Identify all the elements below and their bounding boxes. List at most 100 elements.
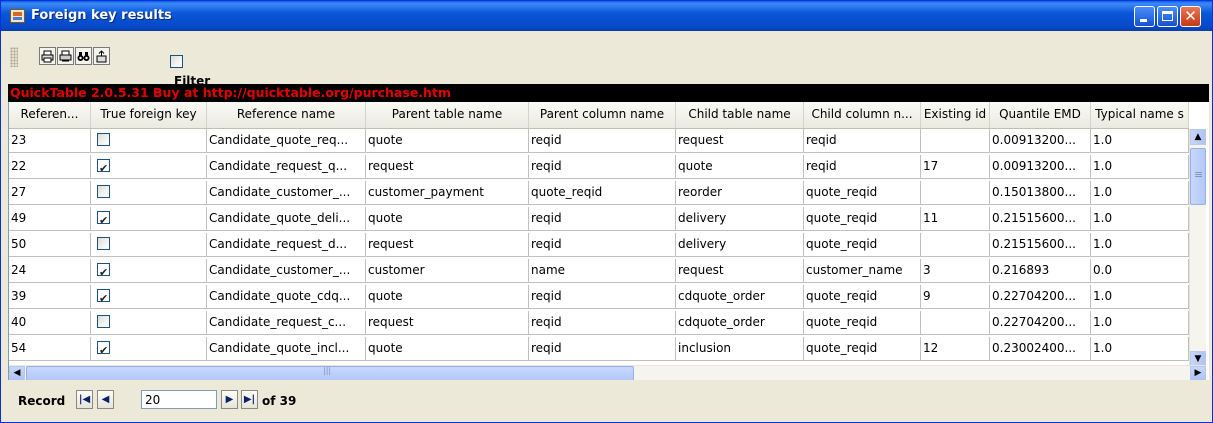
table-cell-true-foreign-key-col[interactable] bbox=[91, 181, 207, 205]
table-cell-reference-name-col[interactable]: Candidate_request_q... bbox=[207, 155, 366, 179]
column-header-child-table-name-col[interactable]: Child table name bbox=[676, 102, 804, 128]
column-header-quantile-emd-col[interactable]: Quantile EMD bbox=[990, 102, 1091, 128]
table-cell-child-column-name-col[interactable]: quote_reqid bbox=[804, 285, 921, 309]
table-cell-true-foreign-key-col[interactable] bbox=[91, 337, 207, 361]
table-cell-true-foreign-key-col[interactable] bbox=[91, 285, 207, 309]
table-cell-parent-table-name-col[interactable]: request bbox=[366, 155, 529, 179]
table-cell-reference-col[interactable]: 49 bbox=[9, 207, 91, 231]
table-cell-child-column-name-col[interactable]: reqid bbox=[804, 155, 921, 179]
true-foreign-key-checkbox[interactable] bbox=[97, 315, 110, 328]
table-cell-existing-id-col[interactable] bbox=[921, 181, 990, 205]
column-header-parent-column-name-col[interactable]: Parent column name bbox=[529, 102, 676, 128]
table-cell-quantile-emd-col[interactable]: 0.216893 bbox=[990, 259, 1091, 283]
table-cell-child-table-name-col[interactable]: request bbox=[676, 129, 804, 153]
table-cell-true-foreign-key-col[interactable] bbox=[91, 129, 207, 153]
table-cell-reference-name-col[interactable]: Candidate_customer_... bbox=[207, 181, 366, 205]
table-cell-child-table-name-col[interactable]: quote bbox=[676, 155, 804, 179]
table-cell-quantile-emd-col[interactable]: 0.00913200... bbox=[990, 155, 1091, 179]
table-cell-quantile-emd-col[interactable]: 0.21515600... bbox=[990, 233, 1091, 257]
column-header-child-column-name-col[interactable]: Child column n... bbox=[804, 102, 921, 128]
table-cell-reference-col[interactable]: 40 bbox=[9, 311, 91, 335]
table-cell-child-column-name-col[interactable]: customer_name bbox=[804, 259, 921, 283]
table-row[interactable]: 40 Candidate_request_c... request reqid cdqu… bbox=[9, 311, 1189, 335]
table-cell-reference-name-col[interactable]: Candidate_quote_deli... bbox=[207, 207, 366, 231]
table-cell-existing-id-col[interactable] bbox=[921, 311, 990, 335]
scroll-up-button[interactable]: ▲ bbox=[1190, 129, 1206, 145]
true-foreign-key-checkbox[interactable] bbox=[97, 261, 110, 282]
true-foreign-key-checkbox[interactable] bbox=[97, 237, 110, 250]
table-cell-child-table-name-col[interactable]: delivery bbox=[676, 207, 804, 231]
true-foreign-key-checkbox[interactable] bbox=[97, 287, 110, 308]
table-cell-reference-name-col[interactable]: Candidate_quote_incl... bbox=[207, 337, 366, 361]
minimize-button[interactable] bbox=[1134, 6, 1155, 27]
table-row[interactable]: 39 Candidate_quote_cdq...quotereqidcdquot… bbox=[9, 285, 1189, 309]
table-cell-parent-column-name-col[interactable]: reqid bbox=[529, 207, 676, 231]
table-cell-typical-name-col[interactable]: 1.0 bbox=[1091, 181, 1189, 205]
table-row[interactable]: 54 Candidate_quote_incl...quotereqidinclu… bbox=[9, 337, 1189, 361]
table-cell-child-column-name-col[interactable]: quote_reqid bbox=[804, 207, 921, 231]
table-row[interactable]: 22Candidate_request_q...requestreqidquot… bbox=[9, 155, 1189, 179]
table-cell-parent-table-name-col[interactable]: quote bbox=[366, 337, 529, 361]
horizontal-scrollbar[interactable]: ◀ ▶ bbox=[9, 365, 1206, 380]
table-cell-child-table-name-col[interactable]: cdquote_order bbox=[676, 311, 804, 335]
table-cell-parent-column-name-col[interactable]: reqid bbox=[529, 311, 676, 335]
table-cell-parent-column-name-col[interactable]: reqid bbox=[529, 337, 676, 361]
print-button[interactable] bbox=[39, 47, 56, 65]
table-cell-typical-name-col[interactable]: 1.0 bbox=[1091, 311, 1189, 335]
table-cell-existing-id-col[interactable]: 17 bbox=[921, 155, 990, 179]
table-cell-child-column-name-col[interactable]: quote_reqid bbox=[804, 181, 921, 205]
first-record-button[interactable]: |◀ bbox=[76, 390, 93, 409]
table-cell-typical-name-col[interactable]: 0.0 bbox=[1091, 259, 1189, 283]
toolbar-grip[interactable] bbox=[10, 47, 18, 67]
table-cell-parent-column-name-col[interactable]: name bbox=[529, 259, 676, 283]
table-cell-child-column-name-col[interactable]: quote_reqid bbox=[804, 311, 921, 335]
last-record-button[interactable]: ▶| bbox=[241, 390, 258, 409]
table-cell-reference-name-col[interactable]: Candidate_quote_req... bbox=[207, 129, 366, 153]
table-cell-true-foreign-key-col[interactable] bbox=[91, 233, 207, 257]
table-cell-child-table-name-col[interactable]: request bbox=[676, 259, 804, 283]
table-row[interactable]: 27 Candidate_customer_... customer_payment… bbox=[9, 181, 1189, 205]
table-cell-child-table-name-col[interactable]: inclusion bbox=[676, 337, 804, 361]
filter-results-checkbox[interactable] bbox=[170, 55, 183, 68]
table-cell-quantile-emd-col[interactable]: 0.15013800... bbox=[990, 181, 1091, 205]
table-cell-true-foreign-key-col[interactable] bbox=[91, 311, 207, 335]
record-number-input[interactable] bbox=[141, 390, 217, 409]
column-header-typical-name-col[interactable]: Typical name s bbox=[1091, 102, 1189, 128]
true-foreign-key-checkbox[interactable] bbox=[97, 157, 110, 178]
table-cell-quantile-emd-col[interactable]: 0.23002400... bbox=[990, 337, 1091, 361]
table-cell-quantile-emd-col[interactable]: 0.00913200... bbox=[990, 129, 1091, 153]
vertical-scrollbar[interactable]: ▲ ▼ bbox=[1189, 129, 1206, 367]
table-cell-existing-id-col[interactable]: 11 bbox=[921, 207, 990, 231]
table-cell-child-table-name-col[interactable]: delivery bbox=[676, 233, 804, 257]
table-cell-child-table-name-col[interactable]: reorder bbox=[676, 181, 804, 205]
table-cell-quantile-emd-col[interactable]: 0.22704200... bbox=[990, 285, 1091, 309]
table-cell-existing-id-col[interactable] bbox=[921, 233, 990, 257]
table-cell-existing-id-col[interactable]: 3 bbox=[921, 259, 990, 283]
table-cell-reference-name-col[interactable]: Candidate_quote_cdq... bbox=[207, 285, 366, 309]
horizontal-scroll-thumb[interactable] bbox=[26, 366, 634, 380]
true-foreign-key-checkbox[interactable] bbox=[97, 209, 110, 230]
table-row[interactable]: 24 Candidate_customer_...customernamerequ… bbox=[9, 259, 1189, 283]
table-cell-child-table-name-col[interactable]: cdquote_order bbox=[676, 285, 804, 309]
table-cell-parent-table-name-col[interactable]: quote bbox=[366, 285, 529, 309]
true-foreign-key-checkbox[interactable] bbox=[97, 339, 110, 360]
table-cell-reference-name-col[interactable]: Candidate_customer_... bbox=[207, 259, 366, 283]
find-button[interactable] bbox=[75, 47, 92, 65]
column-header-reference-col[interactable]: Referen... bbox=[9, 102, 91, 128]
vertical-scroll-thumb[interactable] bbox=[1190, 148, 1206, 205]
table-cell-parent-column-name-col[interactable]: reqid bbox=[529, 233, 676, 257]
scroll-right-button[interactable]: ▶ bbox=[1190, 366, 1206, 380]
column-header-reference-name-col[interactable]: Reference name bbox=[207, 102, 366, 128]
column-header-true-foreign-key-col[interactable]: True foreign key bbox=[91, 102, 207, 128]
column-header-parent-table-name-col[interactable]: Parent table name bbox=[366, 102, 529, 128]
table-cell-existing-id-col[interactable]: 12 bbox=[921, 337, 990, 361]
table-cell-parent-column-name-col[interactable]: reqid bbox=[529, 155, 676, 179]
table-cell-child-column-name-col[interactable]: quote_reqid bbox=[804, 233, 921, 257]
table-cell-parent-table-name-col[interactable]: quote bbox=[366, 129, 529, 153]
table-cell-true-foreign-key-col[interactable] bbox=[91, 207, 207, 231]
scroll-left-button[interactable]: ◀ bbox=[9, 366, 25, 380]
table-cell-parent-table-name-col[interactable]: request bbox=[366, 233, 529, 257]
table-cell-quantile-emd-col[interactable]: 0.21515600... bbox=[990, 207, 1091, 231]
table-cell-existing-id-col[interactable] bbox=[921, 129, 990, 153]
table-cell-reference-name-col[interactable]: Candidate_request_c... bbox=[207, 311, 366, 335]
